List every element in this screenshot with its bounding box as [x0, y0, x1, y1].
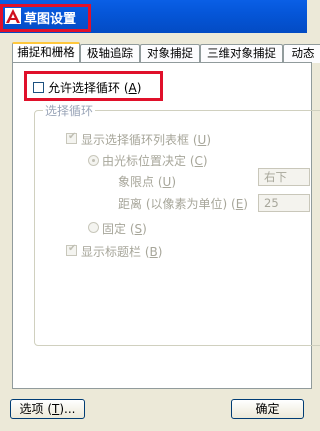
- cursor-position-radio[interactable]: [88, 155, 99, 166]
- fixed-label[interactable]: 固定 (S): [102, 220, 147, 237]
- show-titlebar-checkbox[interactable]: ✔: [66, 243, 77, 256]
- options-button[interactable]: 选项 (T)...: [10, 399, 85, 419]
- show-list-checkbox[interactable]: ✔: [66, 131, 77, 144]
- cycling-highlight: [24, 71, 163, 101]
- quadrant-select[interactable]: 右下: [258, 168, 310, 186]
- title-highlight: [0, 4, 91, 32]
- tab-strip: 捕捉和栅格 极轴追踪 对象捕捉 三维对象捕捉 动态: [12, 42, 320, 63]
- show-titlebar-label[interactable]: 显示标题栏 (B): [81, 243, 162, 260]
- quadrant-label: 象限点 (U): [118, 175, 176, 189]
- show-list-label[interactable]: 显示选择循环列表框 (U): [81, 131, 211, 148]
- tab-polar-tracking[interactable]: 极轴追踪: [80, 44, 140, 63]
- tab-dynamic[interactable]: 动态: [283, 44, 320, 63]
- distance-input[interactable]: 25: [258, 194, 310, 212]
- ok-button[interactable]: 确定: [231, 399, 304, 419]
- tab-object-snap[interactable]: 对象捕捉: [140, 44, 200, 63]
- group-title: 选择循环: [43, 102, 96, 119]
- tab-3d-object-snap[interactable]: 三维对象捕捉: [200, 44, 283, 63]
- distance-label: 距离 (以像素为单位) (E): [118, 197, 248, 211]
- fixed-radio[interactable]: [88, 222, 99, 233]
- tab-snap-grid[interactable]: 捕捉和栅格: [12, 42, 80, 63]
- cursor-position-label[interactable]: 由光标位置决定 (C): [102, 152, 208, 169]
